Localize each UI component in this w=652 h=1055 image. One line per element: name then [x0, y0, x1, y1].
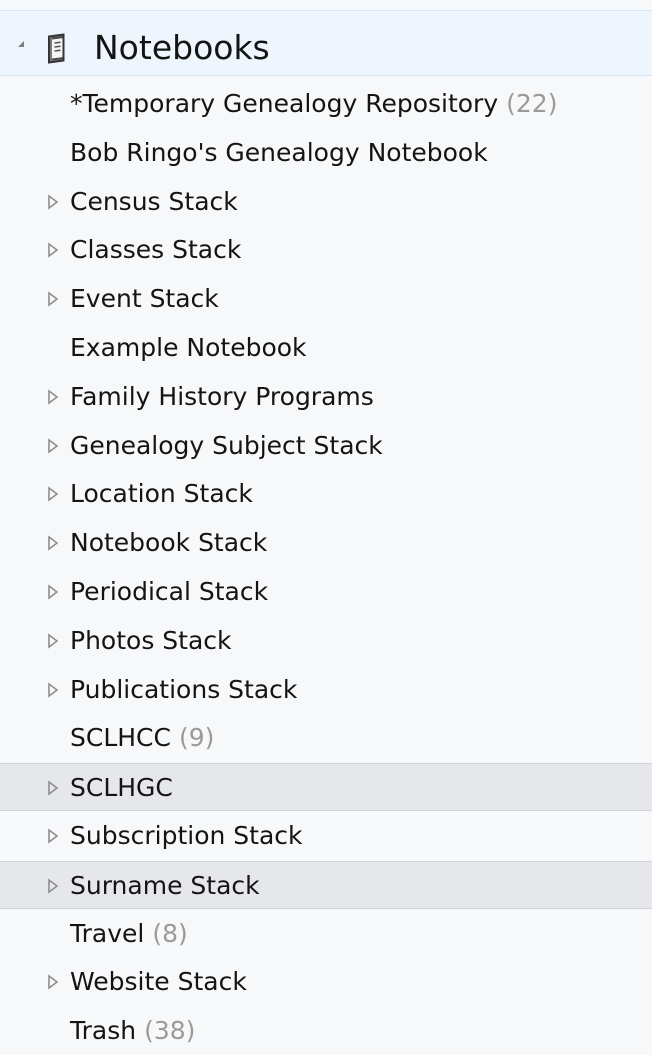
tree-item-label: Trash (38): [70, 1015, 195, 1047]
notebooks-tree: Notebooks *Temporary Genealogy Repositor…: [0, 0, 652, 1045]
tree-item-sclhcc[interactable]: SCLHCC (9): [0, 714, 652, 762]
tree-item-surname-stack[interactable]: Surname Stack: [0, 860, 652, 909]
tree-item-location-stack[interactable]: Location Stack: [0, 470, 652, 518]
item-name: Website Stack: [70, 967, 247, 997]
collapsed-triangle-icon[interactable]: [47, 878, 60, 894]
collapsed-triangle-icon[interactable]: [47, 584, 60, 600]
notebooks-header[interactable]: Notebooks: [0, 10, 652, 76]
tree-item-subscription-stack[interactable]: Subscription Stack: [0, 812, 652, 860]
item-name: Subscription Stack: [70, 821, 303, 850]
tree-item-temporary-genealogy-repository[interactable]: *Temporary Genealogy Repository (22): [0, 80, 652, 128]
item-name: Family History Programs: [70, 381, 374, 411]
item-name: Publications Stack: [70, 674, 298, 704]
item-name: Event Stack: [70, 284, 219, 314]
tree-item-label: Event Stack: [70, 283, 219, 315]
tree-item-label: Travel (8): [70, 918, 188, 950]
collapsed-triangle-icon[interactable]: [47, 828, 60, 844]
item-count: (22): [506, 89, 558, 118]
collapsed-triangle-icon[interactable]: [47, 291, 60, 307]
collapsed-triangle-icon[interactable]: [47, 974, 60, 990]
item-name: Trash: [70, 1016, 137, 1046]
notebooks-title: Notebooks: [94, 28, 270, 67]
collapsed-triangle-icon[interactable]: [47, 437, 60, 454]
item-name: Photos Stack: [70, 625, 232, 655]
tree-item-label: SCLHCC (9): [70, 722, 214, 754]
tree-item-label: Publications Stack: [70, 674, 297, 706]
item-name: Census Stack: [70, 186, 238, 216]
tree-item-label: Location Stack: [70, 478, 253, 510]
item-name: Bob Ringo's Genealogy Notebook: [70, 137, 488, 167]
item-name: Location Stack: [70, 479, 253, 509]
item-count: (38): [144, 1016, 196, 1046]
collapsed-triangle-icon[interactable]: [47, 389, 60, 405]
item-name: Notebook Stack: [70, 528, 268, 558]
item-name: SCLHCC: [70, 723, 171, 753]
tree-item-census-stack[interactable]: Census Stack: [0, 178, 652, 226]
tree-item-website-stack[interactable]: Website Stack: [0, 958, 652, 1006]
item-name: SCLHGC: [70, 773, 173, 803]
tree-item-publications-stack[interactable]: Publications Stack: [0, 666, 652, 714]
item-name: Surname Stack: [70, 870, 260, 900]
tree-item-event-stack[interactable]: Event Stack: [0, 275, 652, 323]
collapsed-triangle-icon[interactable]: [47, 242, 60, 258]
collapsed-triangle-icon[interactable]: [47, 486, 60, 502]
collapsed-triangle-icon[interactable]: [47, 633, 60, 649]
collapsed-triangle-icon[interactable]: [47, 535, 60, 551]
tree-item-travel[interactable]: Travel (8): [0, 910, 652, 958]
tree-item-label: *Temporary Genealogy Repository (22): [70, 88, 557, 120]
tree-item-label: Bob Ringo's Genealogy Notebook: [70, 137, 488, 169]
tree-item-label: Census Stack: [70, 186, 238, 218]
item-name: Example Notebook: [70, 333, 307, 362]
tree-item-example-notebook[interactable]: Example Notebook: [0, 324, 652, 372]
tree-item-sclhgc[interactable]: SCLHGC: [0, 763, 652, 812]
collapsed-triangle-icon[interactable]: [47, 780, 60, 796]
item-count: (9): [178, 723, 215, 753]
collapsed-triangle-icon[interactable]: [47, 681, 60, 698]
tree-item-label: Surname Stack: [70, 870, 260, 902]
item-name: *Temporary Genealogy Repository: [70, 89, 499, 118]
tree-item-label: Photos Stack: [70, 625, 232, 657]
item-count: (8): [152, 918, 188, 948]
tree-item-genealogy-subject-stack[interactable]: Genealogy Subject Stack: [0, 422, 652, 470]
tree-item-label: Notebook Stack: [70, 527, 267, 559]
tree-item-label: Family History Programs: [70, 381, 374, 413]
item-name: Classes Stack: [70, 235, 242, 265]
tree-item-label: Periodical Stack: [70, 576, 268, 608]
item-name: Travel: [70, 918, 145, 948]
tree-item-label: Classes Stack: [70, 234, 241, 266]
tree-item-classes-stack[interactable]: Classes Stack: [0, 226, 652, 274]
tree-item-label: Example Notebook: [70, 332, 307, 364]
collapsed-triangle-icon[interactable]: [47, 193, 60, 210]
tree-item-label: Genealogy Subject Stack: [70, 430, 383, 462]
notebook-icon: [48, 33, 65, 64]
tree-item-label: SCLHGC: [70, 772, 173, 804]
expanded-triangle-icon[interactable]: [18, 41, 24, 47]
tree-item-trash[interactable]: Trash (38): [0, 1007, 652, 1055]
tree-item-photos-stack[interactable]: Photos Stack: [0, 617, 652, 665]
item-name: Periodical Stack: [70, 577, 269, 606]
item-name: Genealogy Subject Stack: [70, 430, 383, 460]
tree-item-notebook-stack[interactable]: Notebook Stack: [0, 519, 652, 567]
tree-item-label: Subscription Stack: [70, 820, 303, 852]
tree-item-periodical-stack[interactable]: Periodical Stack: [0, 568, 652, 616]
tree-item-bob-ringo-s-genealogy-notebook[interactable]: Bob Ringo's Genealogy Notebook: [0, 129, 652, 177]
tree-item-family-history-programs[interactable]: Family History Programs: [0, 373, 652, 421]
tree-item-label: Website Stack: [70, 966, 247, 998]
